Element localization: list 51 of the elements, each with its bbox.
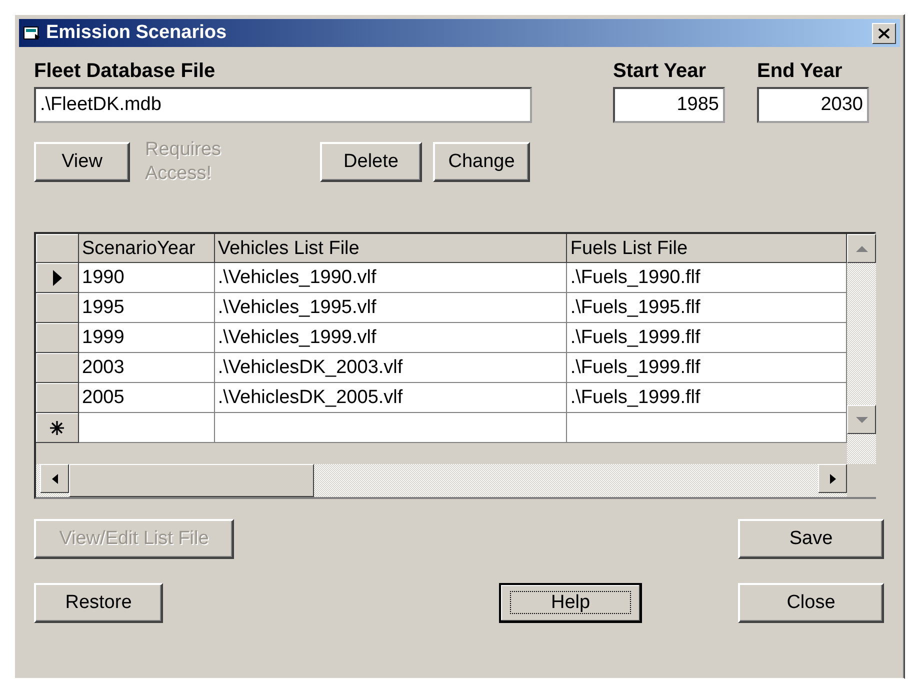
table-cell[interactable]: .\Fuels_1990.flf [567, 263, 847, 293]
table-cell[interactable]: .\Fuels_1995.flf [567, 293, 847, 323]
scroll-left-button[interactable] [40, 464, 69, 493]
close-icon[interactable] [872, 22, 896, 44]
field-label: End Year [757, 59, 844, 84]
row-header[interactable] [36, 353, 79, 383]
row-header[interactable] [36, 323, 79, 353]
table-cell[interactable]: 2003 [79, 353, 215, 383]
window-title: Emission Scenarios [46, 22, 228, 44]
row-header[interactable] [36, 413, 79, 443]
new-row-icon [49, 420, 65, 436]
table-cell[interactable]: .\Vehicles_1999.vlf [214, 323, 568, 353]
table-cell[interactable]: .\VehiclesDK_2003.vlf [214, 353, 568, 383]
button[interactable]: View [34, 142, 130, 182]
table-cell[interactable]: 1999 [79, 323, 215, 353]
row-header[interactable] [36, 383, 79, 413]
table-cell[interactable]: 1995 [79, 293, 215, 323]
vertical-scrollbar[interactable] [847, 234, 876, 497]
table-cell[interactable]: .\Vehicles_1990.vlf [214, 263, 568, 293]
field-label: Fleet Database File [34, 59, 216, 84]
button[interactable]: Delete [320, 142, 422, 182]
table-cell[interactable]: 2005 [79, 383, 215, 413]
row-header[interactable] [36, 263, 79, 293]
horizontal-scrollbar[interactable] [36, 464, 847, 497]
button[interactable]: Save [738, 519, 884, 559]
button[interactable]: Help [499, 583, 642, 623]
table-cell[interactable]: .\VehiclesDK_2005.vlf [214, 383, 568, 413]
table-cell[interactable]: .\Fuels_1999.flf [567, 383, 847, 413]
scroll-thumb[interactable] [69, 464, 314, 497]
column-header[interactable]: Vehicles List File [214, 234, 568, 263]
app-icon [23, 25, 41, 41]
table-cell[interactable]: .\Vehicles_1995.vlf [214, 293, 568, 323]
row-header[interactable] [36, 293, 79, 323]
input-field[interactable]: 2030 [757, 87, 869, 123]
input-field[interactable]: 1985 [613, 87, 725, 123]
table-cell[interactable]: .\Fuels_1999.flf [567, 353, 847, 383]
input-field[interactable]: .\FleetDK.mdb [34, 87, 532, 123]
note-text: Requires Access! [145, 138, 222, 186]
right-arrow-icon [830, 474, 836, 484]
left-arrow-icon [52, 474, 58, 484]
field-label: Start Year [613, 59, 708, 84]
table-cell[interactable]: .\Fuels_1999.flf [567, 323, 847, 353]
column-header[interactable]: ScenarioYear [79, 234, 215, 263]
scroll-right-button[interactable] [818, 464, 847, 493]
scroll-up-icon[interactable] [847, 234, 876, 263]
button[interactable]: Change [433, 142, 530, 182]
scroll-down-icon[interactable] [847, 405, 876, 434]
table-cell[interactable]: 1990 [79, 263, 215, 293]
column-header[interactable]: Fuels List File [567, 234, 847, 263]
button[interactable]: Restore [34, 583, 163, 623]
button[interactable]: Close [738, 583, 884, 623]
